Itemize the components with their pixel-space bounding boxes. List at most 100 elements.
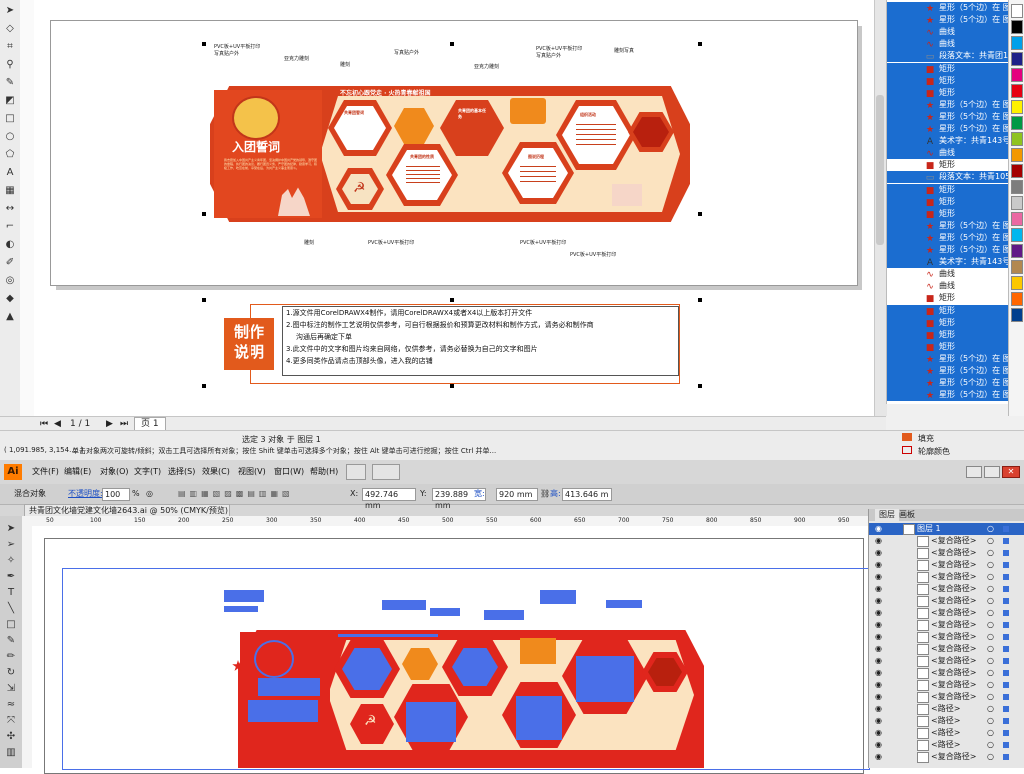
menu-edit[interactable]: 编辑(E)	[64, 460, 91, 484]
sublayer-row[interactable]: ◉ <复合路径> ○	[869, 571, 1024, 583]
object-row[interactable]: ★ 星形（5个边）在 图层	[887, 377, 1009, 390]
object-row[interactable]: ★ 星形（5个边）在 图层	[887, 219, 1009, 232]
sublayer-row[interactable]: ◉ <复合路径> ○	[869, 679, 1024, 691]
object-row[interactable]: ■ 矩形	[887, 207, 1009, 220]
selection-handle[interactable]	[450, 384, 454, 388]
culture-wall-board[interactable]: 入团誓词 我志愿加入中国共产主义青年团，坚决拥护中国共产党的领导，遵守团的章程，…	[210, 86, 690, 222]
ellipse-tool-icon[interactable]: ○	[3, 130, 17, 144]
symbol-sprayer-tool-icon[interactable]: ✣	[4, 730, 18, 744]
target-circle-icon[interactable]: ○	[987, 703, 994, 715]
warp-tool-icon[interactable]: ≈	[4, 698, 18, 712]
color-swatch[interactable]	[1011, 212, 1023, 226]
layer-row[interactable]: ◉ 图层 1 ○	[869, 523, 1024, 535]
prev-page-icon[interactable]: ◀	[54, 417, 61, 431]
selection-square-icon[interactable]	[1003, 574, 1009, 580]
eyedropper-tool-icon[interactable]: ✐	[3, 256, 17, 270]
color-swatch[interactable]	[1011, 276, 1023, 290]
arrange-documents-icon[interactable]	[372, 464, 400, 480]
selection-tool-icon[interactable]: ➤	[4, 522, 18, 536]
line-tool-icon[interactable]: ╲	[4, 602, 18, 616]
sublayer-row[interactable]: ◉ <复合路径> ○	[869, 655, 1024, 667]
selection-square-icon[interactable]	[1003, 742, 1009, 748]
selection-square-icon[interactable]	[1003, 586, 1009, 592]
color-swatch[interactable]	[1011, 228, 1023, 242]
object-row[interactable]: ■ 矩形	[887, 183, 1009, 196]
close-button[interactable]: ✕	[1002, 466, 1020, 478]
object-row[interactable]: ★ 星形（5个边）在 图层	[887, 2, 1009, 14]
sublayer-row[interactable]: ◉ <复合路径> ○	[869, 667, 1024, 679]
sublayer-row[interactable]: ◉ <复合路径> ○	[869, 607, 1024, 619]
sublayer-row[interactable]: ◉ <复合路径> ○	[869, 535, 1024, 547]
align-buttons-icon[interactable]: ▤▥▦▧▨▩▤▥▦▧	[178, 484, 294, 504]
color-swatch[interactable]	[1011, 180, 1023, 194]
tab-artboards[interactable]: 画板	[899, 509, 915, 521]
menu-window[interactable]: 窗口(W)	[274, 460, 304, 484]
color-swatch[interactable]	[1011, 68, 1023, 82]
sublayer-row[interactable]: ◉ <复合路径> ○	[869, 631, 1024, 643]
selection-handle[interactable]	[698, 212, 702, 216]
target-circle-icon[interactable]: ○	[987, 739, 994, 751]
scale-tool-icon[interactable]: ⇲	[4, 682, 18, 696]
selection-handle[interactable]	[450, 298, 454, 302]
w-input[interactable]: 920 mm	[496, 488, 538, 501]
color-swatch[interactable]	[1011, 100, 1023, 114]
sublayer-row[interactable]: ◉ <路径> ○	[869, 739, 1024, 751]
menu-file[interactable]: 文件(F)	[32, 460, 59, 484]
color-palette[interactable]	[1008, 0, 1024, 416]
color-swatch[interactable]	[1011, 52, 1023, 66]
target-circle-icon[interactable]: ○	[987, 571, 994, 583]
visibility-eye-icon[interactable]: ◉	[875, 607, 882, 619]
object-row[interactable]: ★ 星形（5个边）在 图层	[887, 389, 1009, 402]
opacity-input[interactable]: 100	[102, 488, 130, 501]
visibility-eye-icon[interactable]: ◉	[875, 583, 882, 595]
target-circle-icon[interactable]: ○	[987, 547, 994, 559]
recolor-icon[interactable]: ◎	[146, 484, 153, 504]
visibility-eye-icon[interactable]: ◉	[875, 667, 882, 679]
h-input[interactable]: 413.646 m	[562, 488, 612, 501]
zoom-tool-icon[interactable]: ⚲	[3, 58, 17, 72]
rotate-tool-icon[interactable]: ↻	[4, 666, 18, 680]
object-row[interactable]: ■ 矩形	[887, 62, 1009, 75]
visibility-eye-icon[interactable]: ◉	[875, 571, 882, 583]
type-tool-icon[interactable]: T	[4, 586, 18, 600]
object-row[interactable]: ★ 星形（5个边）在 图层	[887, 231, 1009, 244]
selection-square-icon[interactable]	[1003, 706, 1009, 712]
selection-square-icon[interactable]	[1003, 562, 1009, 568]
selection-square-icon[interactable]	[1003, 682, 1009, 688]
object-row[interactable]: A 美术字：共青143号	[887, 256, 1009, 269]
target-circle-icon[interactable]: ○	[987, 631, 994, 643]
target-circle-icon[interactable]: ○	[987, 523, 994, 535]
visibility-eye-icon[interactable]: ◉	[875, 595, 882, 607]
tab-layers[interactable]: 图层	[875, 509, 899, 521]
menu-select[interactable]: 选择(S)	[168, 460, 195, 484]
minimize-button[interactable]	[966, 466, 982, 478]
color-swatch[interactable]	[1011, 196, 1023, 210]
visibility-eye-icon[interactable]: ◉	[875, 523, 882, 535]
color-swatch[interactable]	[1011, 148, 1023, 162]
selection-square-icon[interactable]	[1003, 658, 1009, 664]
selection-handle[interactable]	[450, 42, 454, 46]
sublayer-row[interactable]: ◉ <复合路径> ○	[869, 619, 1024, 631]
object-row[interactable]: ★ 星形（5个边）在 图层	[887, 110, 1009, 123]
free-transform-tool-icon[interactable]: ⤧	[4, 714, 18, 728]
menu-help[interactable]: 帮助(H)	[310, 460, 338, 484]
object-row[interactable]: ■ 矩形	[887, 316, 1009, 329]
object-manager-panel[interactable]: ★ 星形（5个边）在 图层 ★ 星形（5个边）在 图层 ∿ 曲线 ∿ 曲线 ▭ 段落文本：共青团1…	[886, 0, 1009, 404]
visibility-eye-icon[interactable]: ◉	[875, 715, 882, 727]
sublayer-row[interactable]: ◉ <路径> ○	[869, 715, 1024, 727]
opacity-label[interactable]: 不透明度:	[68, 484, 103, 504]
selection-square-icon[interactable]	[1003, 610, 1009, 616]
target-circle-icon[interactable]: ○	[987, 595, 994, 607]
selection-handle[interactable]	[698, 298, 702, 302]
selection-square-icon[interactable]	[1003, 622, 1009, 628]
visibility-eye-icon[interactable]: ◉	[875, 547, 882, 559]
selection-handle[interactable]	[202, 384, 206, 388]
sublayer-row[interactable]: ◉ <复合路径> ○	[869, 547, 1024, 559]
visibility-eye-icon[interactable]: ◉	[875, 559, 882, 571]
menu-effect[interactable]: 效果(C)	[202, 460, 230, 484]
connector-tool-icon[interactable]: ⌐	[3, 220, 17, 234]
selection-handle[interactable]	[698, 42, 702, 46]
rectangle-tool-icon[interactable]: □	[3, 112, 17, 126]
object-row[interactable]: ∿ 曲线	[887, 268, 1009, 280]
text-tool-icon[interactable]: A	[3, 166, 17, 180]
